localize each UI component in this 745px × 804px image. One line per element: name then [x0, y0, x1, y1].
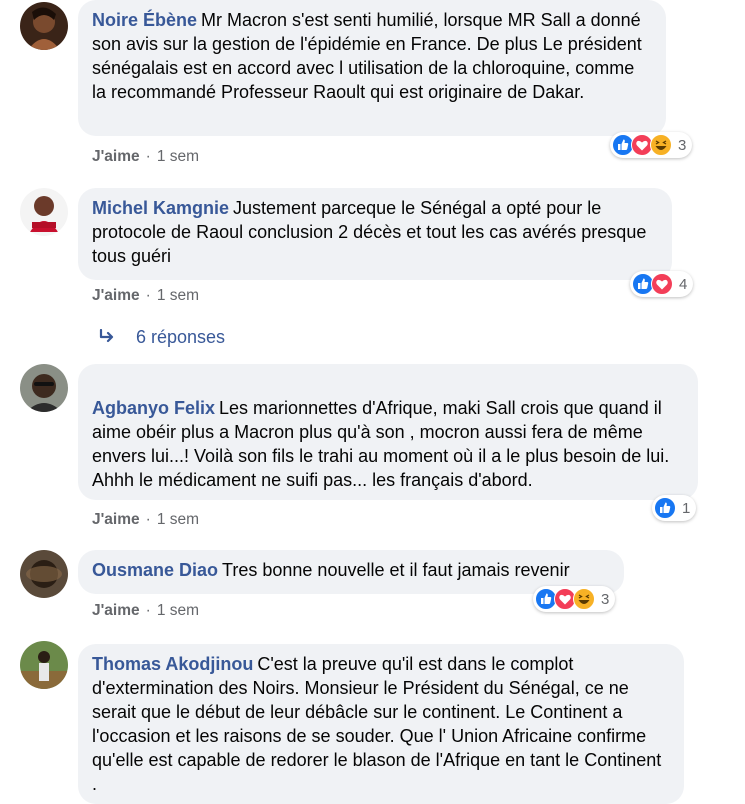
comment-bubble: Thomas Akodjinou C'est la preuve qu'il es…: [78, 644, 684, 804]
reaction-count: 4: [679, 275, 688, 293]
view-replies-link[interactable]: 6 réponses: [98, 327, 225, 348]
comment-text: C'est la preuve qu'il est dans le complo…: [92, 654, 662, 794]
avatar[interactable]: [20, 550, 68, 598]
avatar[interactable]: [20, 188, 68, 236]
timestamp[interactable]: 1 sem: [157, 287, 199, 304]
comment-bubble: Noire Ébène Mr Macron s'est senti humilié…: [78, 0, 666, 136]
haha-icon: [573, 588, 595, 610]
timestamp[interactable]: 1 sem: [157, 602, 199, 619]
comment-meta: J'aime · 1 sem: [92, 287, 200, 304]
reactions-summary[interactable]: 3: [533, 586, 616, 612]
like-icon: [654, 497, 676, 519]
reaction-count: 1: [682, 499, 691, 517]
timestamp[interactable]: 1 sem: [157, 148, 199, 165]
reactions-summary[interactable]: 1: [652, 495, 697, 521]
like-link[interactable]: J'aime: [92, 148, 140, 165]
comment-meta: J'aime · 1 sem: [92, 602, 200, 619]
reaction-count: 3: [601, 590, 610, 608]
like-link[interactable]: J'aime: [92, 511, 140, 528]
avatar[interactable]: [20, 2, 68, 50]
timestamp[interactable]: 1 sem: [157, 511, 199, 528]
reaction-count: 3: [678, 136, 687, 154]
comment-author[interactable]: Noire Ébène: [92, 10, 197, 30]
reply-arrow-icon: [98, 327, 116, 348]
haha-icon: [650, 134, 672, 156]
comment-author[interactable]: Ousmane Diao: [92, 560, 218, 580]
like-link[interactable]: J'aime: [92, 287, 140, 304]
avatar[interactable]: [20, 364, 68, 412]
reactions-summary[interactable]: 4: [630, 271, 694, 297]
comment-bubble: Agbanyo Felix Les marionnettes d'Afrique,…: [78, 364, 698, 500]
replies-count[interactable]: 6 réponses: [136, 327, 225, 348]
reactions-summary[interactable]: 3: [610, 132, 693, 158]
avatar[interactable]: [20, 641, 68, 689]
comment-bubble: Michel Kamgnie Justement parceque le Séné…: [78, 188, 672, 280]
love-icon: [651, 273, 673, 295]
comment-text: Tres bonne nouvelle et il faut jamais re…: [222, 560, 570, 580]
comment-author[interactable]: Agbanyo Felix: [92, 398, 215, 418]
comment-meta: J'aime · 1 sem: [92, 511, 200, 528]
like-link[interactable]: J'aime: [92, 602, 140, 619]
comment-meta: J'aime · 1 sem: [92, 148, 200, 165]
comment-author[interactable]: Thomas Akodjinou: [92, 654, 253, 674]
comment-author[interactable]: Michel Kamgnie: [92, 198, 229, 218]
